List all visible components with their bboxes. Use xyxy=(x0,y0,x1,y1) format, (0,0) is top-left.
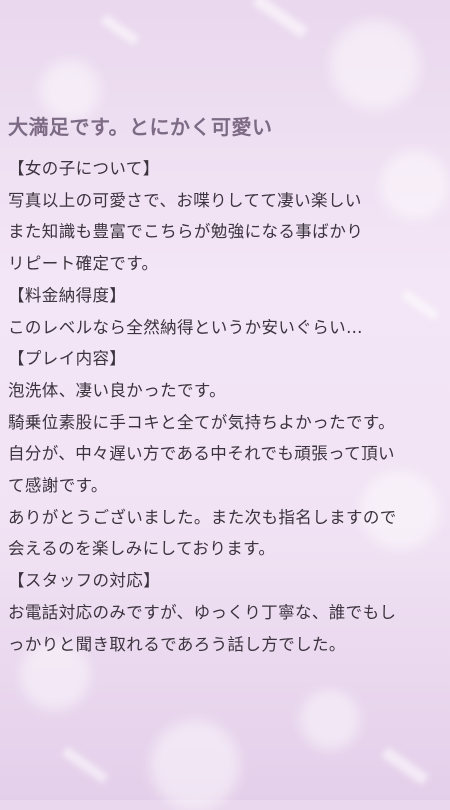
review-line: っかりと聞き取れるであろう話し方でした。 xyxy=(8,634,346,654)
review-line: 騎乗位素股に手コキと全てが気持ちよかったです。 xyxy=(8,412,396,432)
review-line: ありがとうございました。また次も指名しますので xyxy=(8,507,397,527)
review-line: リピート確定です。 xyxy=(8,254,159,274)
section-heading-play: 【プレイ内容】 xyxy=(8,349,127,369)
review-text: 大満足です。とにかく可愛い 【女の子について】 写真以上の可愛さで、お喋りしてて… xyxy=(8,113,446,660)
sparkle-light xyxy=(251,0,309,39)
bokeh-light xyxy=(40,60,100,120)
section-heading-staff: 【スタッフの対応】 xyxy=(8,571,161,591)
bokeh-light xyxy=(300,690,360,750)
section-heading-price: 【料金納得度】 xyxy=(8,285,127,305)
review-line: て感謝です。 xyxy=(8,476,108,496)
review-line: また知識も豊富でこちらが勉強になる事ばかり xyxy=(8,222,364,242)
section-heading-girl: 【女の子について】 xyxy=(8,159,160,178)
review-title: 大満足です。とにかく可愛い xyxy=(8,115,273,139)
bokeh-light xyxy=(330,20,420,110)
sparkle-light xyxy=(381,746,429,786)
review-line: 会えるのを楽しみにしております。 xyxy=(8,539,276,559)
sparkle-light xyxy=(61,746,109,784)
review-line: 写真以上の可愛さで、お喋りしてて凄い楽しい xyxy=(8,190,362,210)
review-line: 自分が、中々遅い方である中それでも頑張って頂い xyxy=(8,444,395,464)
review-line: お電話対応のみですが、ゆっくり丁寧な、誰でもし xyxy=(8,602,397,622)
sparkle-light xyxy=(100,14,140,46)
review-line: 泡洗体、凄い良かったです。 xyxy=(8,380,227,400)
review-line: このレベルなら全然納得というか安いぐらい… xyxy=(8,317,363,337)
bokeh-light xyxy=(150,720,240,810)
